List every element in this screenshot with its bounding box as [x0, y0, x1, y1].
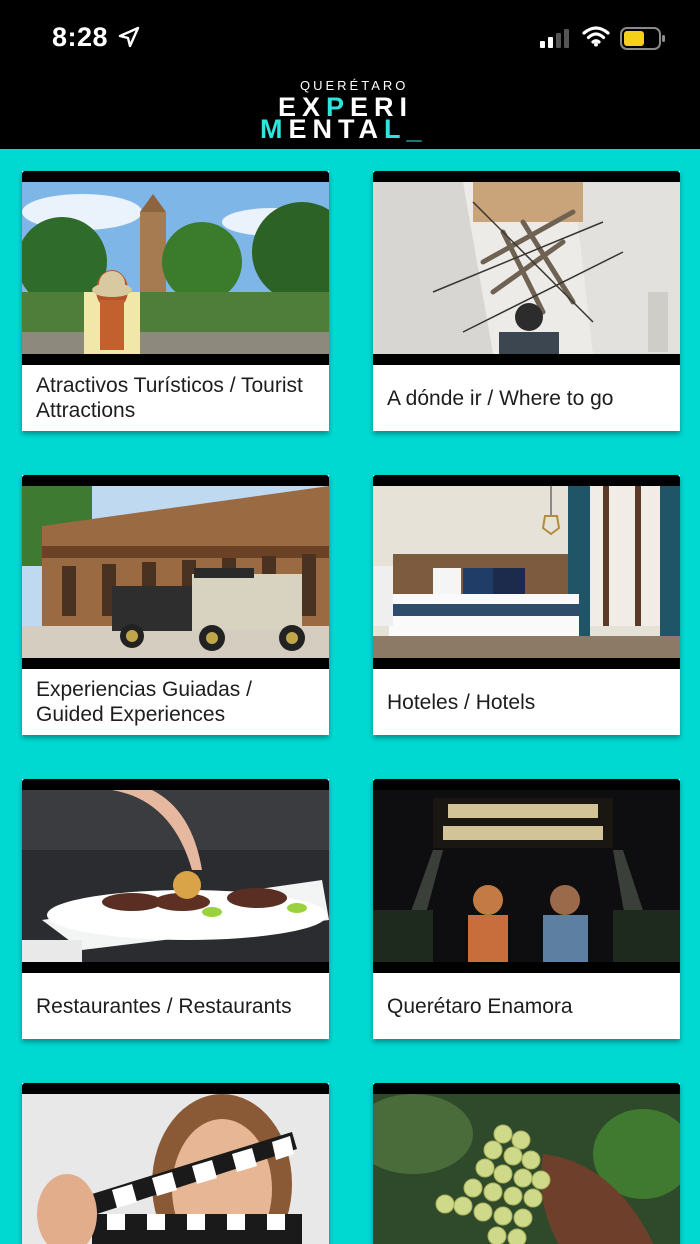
app-header: 8:28 QUERÉTARO EXPERI MENTAL_: [0, 0, 700, 149]
logo-line3: MENTAL_: [260, 114, 428, 144]
card-label: Experiencias Guiadas / Guided Experience…: [36, 678, 252, 726]
grapes-photo: [373, 1094, 680, 1244]
card-label: Querétaro Enamora: [387, 994, 573, 1018]
battery-icon: [620, 27, 665, 50]
wifi-icon: [582, 26, 610, 47]
tourist-attractions-photo: [22, 182, 329, 354]
card-label: Restaurantes / Restaurants: [36, 994, 292, 1018]
logo-line1: QUERÉTARO: [300, 78, 409, 93]
cellular-signal-icon: [540, 29, 569, 48]
category-card-film[interactable]: [22, 1083, 329, 1244]
status-time: 8:28: [52, 22, 109, 52]
category-card-guided-experiences[interactable]: Experiencias Guiadas / Guided Experience…: [22, 475, 329, 735]
card-label: Hoteles / Hotels: [387, 690, 536, 714]
brand-logo: QUERÉTARO EXPERI MENTAL_: [258, 78, 448, 144]
location-arrow-icon: [118, 26, 140, 48]
category-card-queretaro-enamora[interactable]: Querétaro Enamora: [373, 779, 680, 1039]
category-card-restaurants[interactable]: Restaurantes / Restaurants: [22, 779, 329, 1039]
clapperboard-photo: [22, 1094, 329, 1244]
couple-lights-photo: [373, 790, 680, 962]
card-label: Atractivos Turísticos / Tourist Attracti…: [36, 374, 303, 422]
restaurant-dish-photo: [22, 790, 329, 962]
category-card-hotels[interactable]: Hoteles / Hotels: [373, 475, 680, 735]
category-card-wine[interactable]: [373, 1083, 680, 1244]
category-card-tourist-attractions[interactable]: Atractivos Turísticos / Tourist Attracti…: [22, 171, 329, 431]
card-label: A dónde ir / Where to go: [387, 386, 614, 410]
category-card-where-to-go[interactable]: A dónde ir / Where to go: [373, 171, 680, 431]
hotel-room-photo: [373, 486, 680, 658]
vintage-cars-photo: [22, 486, 329, 658]
art-installation-photo: [373, 182, 680, 354]
